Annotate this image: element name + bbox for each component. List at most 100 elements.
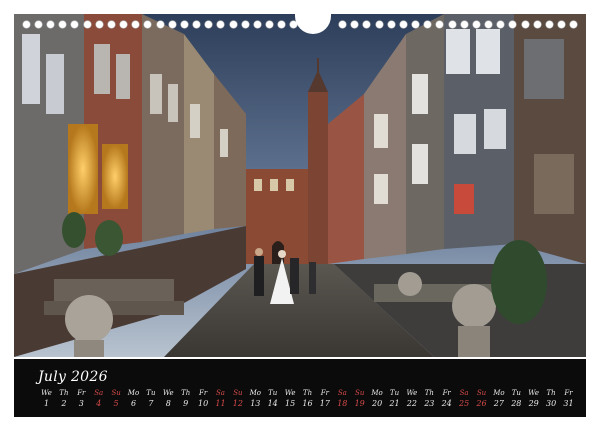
- weekday-abbrev: Sa: [216, 389, 225, 397]
- binding-hole: [509, 21, 517, 28]
- day-number: 9: [183, 399, 189, 408]
- binding-hole: [83, 21, 91, 28]
- weekday-abbrev: Th: [181, 389, 191, 397]
- binding-hole: [144, 21, 152, 28]
- binding-hole: [132, 21, 140, 28]
- binding-hole: [278, 21, 286, 28]
- binding-hole: [521, 21, 529, 28]
- weekday-abbrev: Sa: [94, 389, 104, 397]
- day-number: 4: [96, 399, 102, 408]
- weekday-abbrev: We: [528, 389, 540, 397]
- day-number: 27: [493, 399, 504, 408]
- binding-hole: [253, 21, 261, 28]
- weekday-abbrev: We: [284, 389, 296, 397]
- weekday-abbrev: Su: [111, 389, 121, 397]
- day-number: 24: [441, 399, 452, 408]
- binding-hole: [120, 21, 128, 28]
- binding-hole: [34, 21, 42, 28]
- binding-hole: [107, 21, 115, 28]
- day-number: 5: [113, 399, 119, 408]
- binding-hole: [545, 21, 553, 28]
- binding-hole: [266, 21, 274, 28]
- day-number: 1: [43, 399, 50, 408]
- weekday-abbrev: Mo: [249, 389, 261, 397]
- hanger-notch: [295, 14, 331, 34]
- weekday-abbrev: Mo: [371, 389, 383, 397]
- binding-hole: [22, 21, 30, 28]
- binding-hole: [205, 21, 213, 28]
- binding-hole: [71, 21, 79, 28]
- binding-hole: [497, 21, 505, 28]
- day-number: 19: [354, 399, 365, 408]
- calendar-strip: July 2026 We Th Fr Sa Su Mo Tu We Th Fr Sa Su Mo Tu We…: [14, 359, 586, 417]
- weekday-abbrev: Sa: [337, 389, 347, 397]
- day-number: 14: [267, 399, 278, 408]
- weekday-abbrev: Tu: [389, 389, 400, 397]
- weekday-abbrev: Fr: [198, 389, 208, 397]
- day-number-row: 1 2 3 4 5 6 7 8 9 10 11 12 13 14 15 16 17 18 19 20 21 22 23 24 2…: [38, 399, 578, 411]
- binding-hole: [95, 21, 103, 28]
- binding-hole: [436, 21, 444, 28]
- weekday-abbrev: Sa: [459, 389, 469, 397]
- weekday-abbrev: We: [406, 389, 418, 397]
- day-number: 21: [389, 399, 400, 408]
- binding-hole: [180, 21, 188, 28]
- binding-hole: [558, 21, 566, 28]
- binding-hole: [241, 21, 249, 28]
- day-number: 8: [165, 399, 171, 408]
- binding-hole: [460, 21, 468, 28]
- day-number: 2: [61, 399, 67, 408]
- binding-hole: [570, 21, 578, 28]
- day-number: 15: [285, 399, 296, 408]
- weekday-abbrev: We: [162, 389, 174, 397]
- binding-hole: [448, 21, 456, 28]
- day-number: 17: [319, 399, 330, 408]
- weekday-abbrev: Su: [476, 389, 487, 397]
- day-number: 6: [130, 399, 137, 408]
- weekday-abbrev: Th: [59, 389, 69, 397]
- day-number: 22: [406, 399, 417, 408]
- binding-hole: [168, 21, 176, 28]
- binding-hole: [485, 21, 493, 28]
- weekday-abbrev: Su: [355, 389, 365, 397]
- weekday-abbrev: Mo: [127, 389, 140, 397]
- binding-hole: [59, 21, 67, 28]
- binding-hole: [424, 21, 432, 28]
- street-photo: [14, 14, 586, 357]
- binding-hole: [363, 21, 371, 28]
- day-number: 10: [198, 399, 209, 408]
- weekday-abbrev: Fr: [320, 389, 329, 397]
- day-number: 26: [476, 399, 487, 408]
- month-label: July 2026: [38, 369, 108, 385]
- day-number: 13: [250, 399, 261, 408]
- binding-hole: [47, 21, 54, 28]
- weekday-abbrev: We: [41, 389, 52, 397]
- day-number: 16: [302, 399, 313, 408]
- day-number: 12: [232, 399, 243, 408]
- binding-hole: [412, 21, 420, 28]
- binding-hole: [472, 21, 480, 28]
- weekday-abbrev: Fr: [442, 389, 451, 397]
- binding-hole: [156, 21, 164, 28]
- weekday-abbrev: Th: [546, 389, 556, 397]
- day-number: 3: [78, 399, 84, 408]
- day-number: 25: [459, 399, 470, 408]
- day-number: 31: [563, 399, 574, 408]
- binding-hole: [387, 21, 395, 28]
- binding-hole: [351, 21, 359, 28]
- weekday-row: We Th Fr Sa Su Mo Tu We Th Fr Sa Su Mo Tu We Th Fr Sa Su Mo…: [38, 389, 578, 399]
- day-number: 28: [511, 399, 522, 408]
- day-number: 29: [528, 399, 539, 408]
- weekday-abbrev: Fr: [77, 389, 86, 397]
- spiral-binding: [14, 14, 586, 36]
- weekday-abbrev: Tu: [268, 389, 278, 397]
- day-number: 30: [546, 399, 557, 408]
- day-number: 7: [148, 399, 154, 408]
- weekday-abbrev: Th: [424, 389, 434, 397]
- weekday-abbrev: Th: [302, 389, 313, 397]
- binding-hole: [375, 21, 383, 28]
- binding-hole: [217, 21, 225, 28]
- binding-hole: [399, 21, 407, 28]
- day-number: 11: [215, 399, 226, 408]
- binding-hole: [339, 21, 347, 28]
